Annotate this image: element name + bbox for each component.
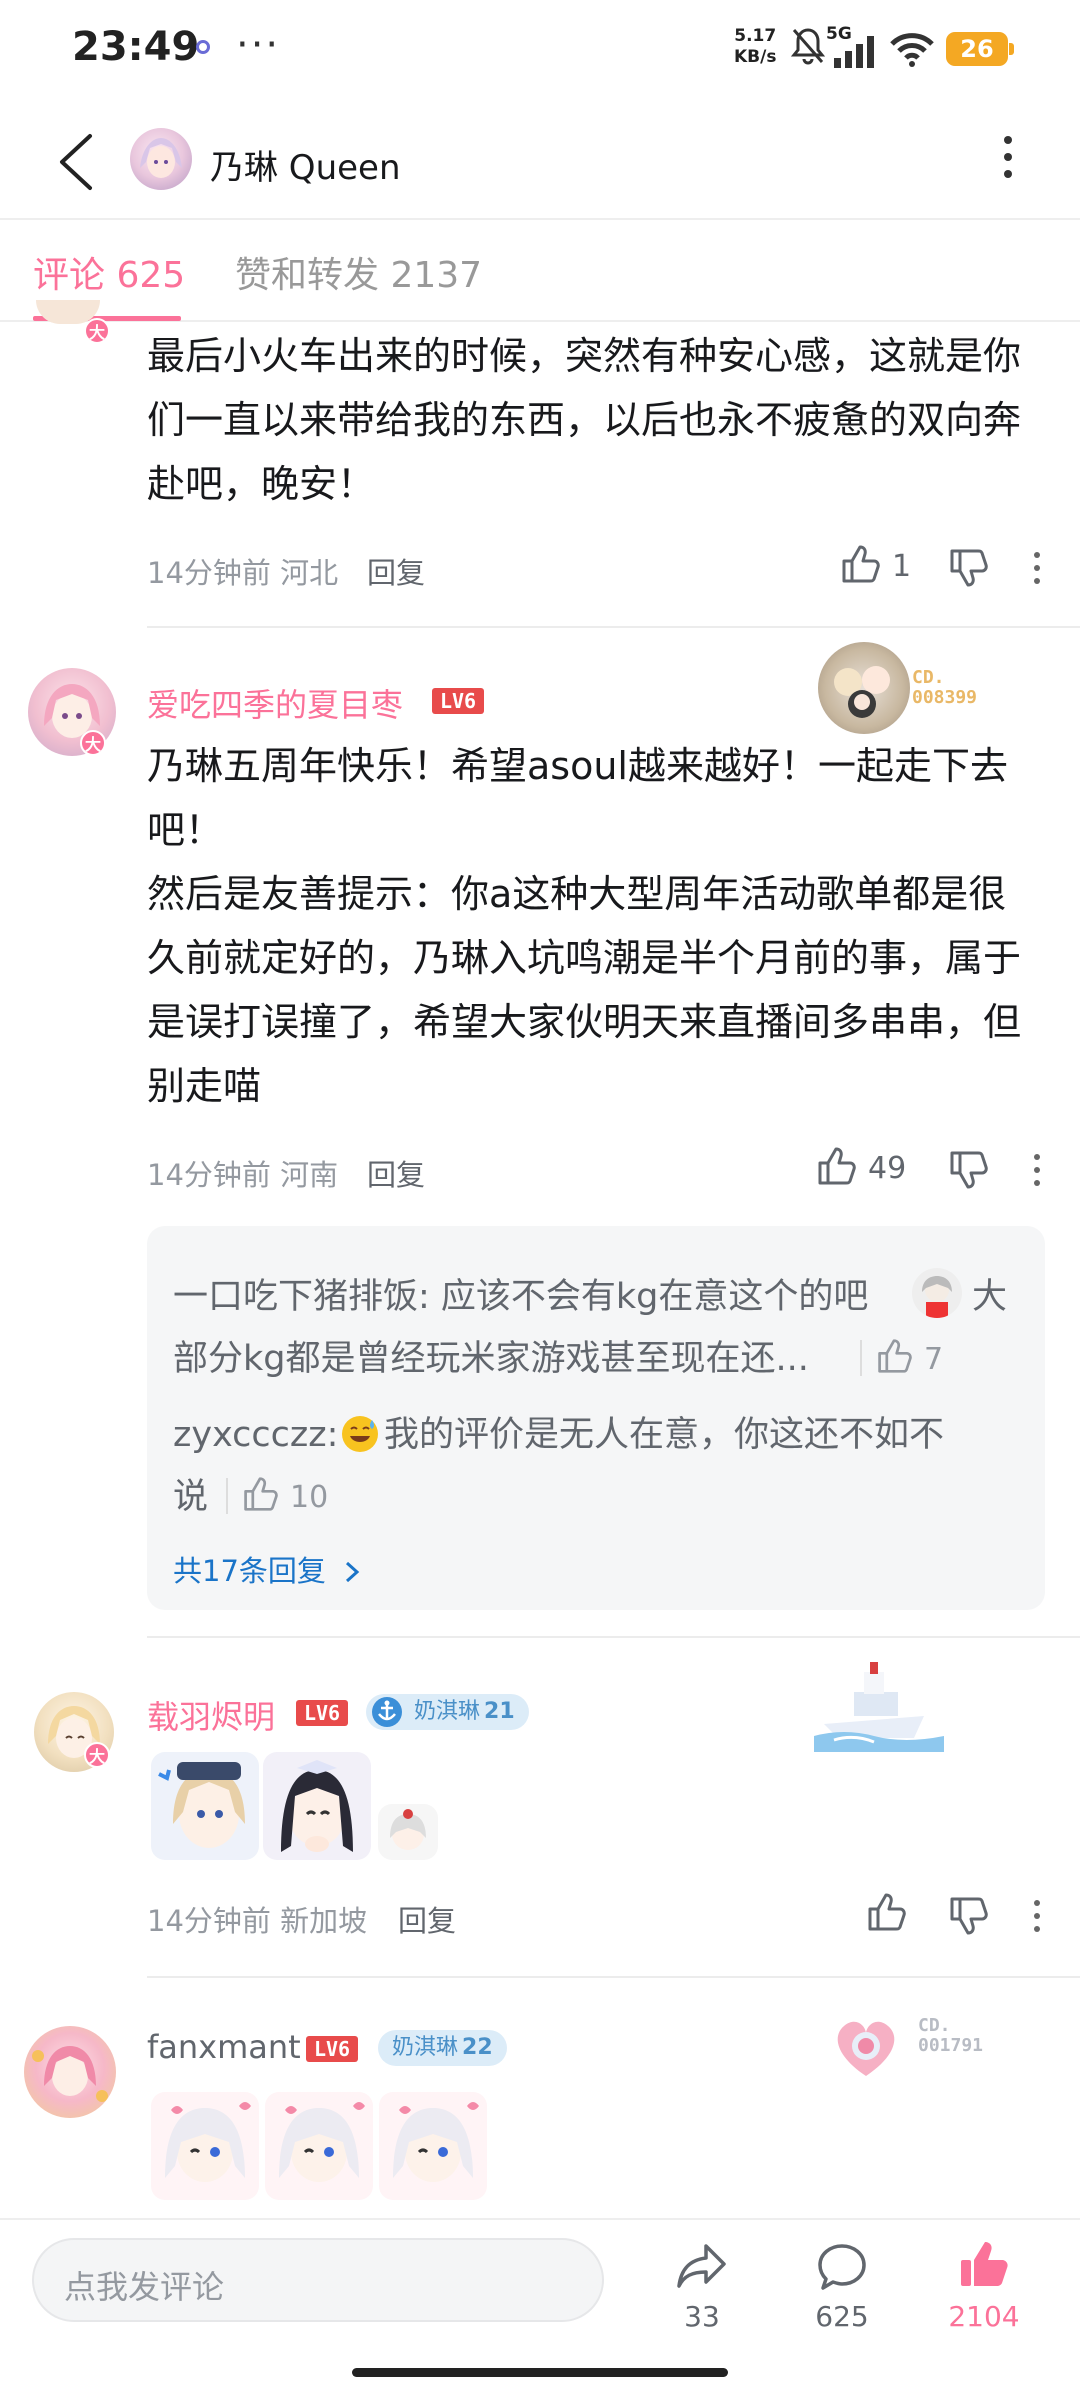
status-time: 23:49 [72, 24, 200, 70]
reply-item[interactable]: zyxccczz: [173, 1404, 338, 1466]
reply-text: 我的评价是无人在意，你这还不如不 [384, 1415, 945, 1455]
dislike-icon[interactable] [948, 548, 988, 588]
comment-meta: 14分钟前 河北 [147, 550, 338, 592]
comment-input[interactable]: 点我发评论 [32, 2238, 604, 2322]
fan-medal: 奶淇琳 21 [366, 1694, 529, 1730]
comment-text: 最后小火车出来的时候，突然有种安心感，这就是你 们一直以来带给我的东西，以后也永… [147, 334, 1022, 506]
like-icon[interactable] [816, 1146, 856, 1186]
level-badge: LV6 [432, 688, 484, 714]
dislike-icon[interactable] [948, 1896, 988, 1936]
badge-icon: 大 [80, 730, 106, 756]
share-icon[interactable] [676, 2242, 728, 2290]
share-count: 33 [684, 2300, 720, 2333]
sticker-image[interactable] [265, 2092, 373, 2200]
sweat-smile-emoji-icon [342, 1416, 378, 1452]
more-options-icon[interactable] [990, 136, 1026, 186]
status-bar: 23:49 ··· 5.17 KB/s 5G 26 [0, 0, 1080, 100]
comment-more-icon[interactable] [1024, 1900, 1050, 1940]
like-filled-icon[interactable] [958, 2238, 1010, 2290]
divider [147, 1976, 1080, 1978]
wifi-icon [890, 33, 934, 67]
reply-item[interactable]: 一口吃下猪排饭: 应该不会有kg在意这个的吧 [173, 1266, 868, 1328]
back-arrow-icon[interactable] [50, 130, 106, 194]
speed-value: 5.17 [734, 26, 777, 46]
fan-medal: 奶淇琳 22 [378, 2030, 507, 2066]
reply-text-tail: 大 [972, 1277, 1008, 1317]
badge-icon: 大 [84, 318, 110, 344]
emote-image [912, 1268, 962, 1318]
sticker-image[interactable] [378, 1804, 438, 1860]
reply-button[interactable]: 回复 [367, 1152, 425, 1194]
mute-bell-icon [790, 28, 826, 65]
sticker-image[interactable] [263, 1752, 371, 1860]
divider [147, 1636, 1080, 1638]
like-icon[interactable] [876, 1338, 912, 1374]
page-title: 乃琳 Queen [210, 148, 401, 188]
divider [147, 626, 1080, 628]
comment-location: 新加坡 [280, 1904, 368, 1938]
comment-more-icon[interactable] [1024, 1154, 1050, 1194]
comment-meta: 14分钟前 新加坡 [147, 1898, 367, 1940]
sticker-image[interactable] [151, 1752, 259, 1860]
divider [226, 1478, 228, 1514]
like-icon[interactable] [866, 1892, 906, 1932]
username[interactable]: 爱吃四季的夏目枣 [147, 680, 403, 726]
fan-card-number: CD. 008399 [912, 667, 978, 708]
level-badge: LV6 [296, 1700, 348, 1726]
comment-time: 14分钟前 [147, 1158, 271, 1192]
comment-time: 14分钟前 [147, 1904, 271, 1938]
more-notifications-icon: ··· [236, 22, 281, 68]
level-badge: LV6 [306, 2036, 358, 2062]
fan-card-image[interactable] [826, 2006, 906, 2086]
username[interactable]: 载羽烬明 [147, 1692, 275, 1738]
battery-icon: 26 [946, 32, 1008, 66]
comment-text: 乃琳五周年快乐！希望asoul越来越好！一起走下去 吧！ 然后是友善提示：你a这… [147, 744, 1022, 1108]
battery-tip [1009, 43, 1014, 55]
home-indicator[interactable] [352, 2368, 728, 2377]
vpn-icon [196, 40, 210, 54]
reply-text: 一口吃下猪排饭: 应该不会有kg在意这个的吧 [173, 1277, 869, 1317]
fan-card-number: CD. 001791 [918, 2015, 984, 2056]
like-count-main: 2104 [948, 2300, 1020, 2333]
speed-unit: KB/s [734, 47, 777, 67]
tab-likes-shares[interactable]: 赞和转发 2137 [235, 246, 482, 298]
chevron-right-icon [346, 1561, 360, 1583]
comment-location: 河北 [280, 556, 339, 590]
like-count: 49 [868, 1151, 907, 1186]
username[interactable]: fanxmant [147, 2028, 301, 2066]
comment-meta: 14分钟前 河南 [147, 1152, 338, 1194]
up-avatar[interactable] [130, 128, 192, 190]
anchor-icon [372, 1697, 402, 1727]
comment-time: 14分钟前 [147, 556, 271, 590]
like-count: 7 [924, 1342, 944, 1377]
signal-icon [834, 36, 874, 68]
input-placeholder: 点我发评论 [64, 2268, 225, 2306]
commenter-avatar[interactable] [24, 2026, 116, 2118]
network-speed: 5.17 KB/s [734, 26, 776, 68]
badge-icon: 大 [84, 1742, 110, 1768]
reply-button[interactable]: 回复 [367, 550, 425, 592]
like-icon[interactable] [840, 544, 880, 584]
dislike-icon[interactable] [948, 1150, 988, 1190]
like-icon[interactable] [242, 1476, 278, 1512]
comment-icon[interactable] [816, 2242, 868, 2292]
like-count: 1 [892, 549, 912, 584]
sticker-image[interactable] [379, 2092, 487, 2200]
reply-text: 说 [173, 1477, 209, 1517]
reply-button[interactable]: 回复 [398, 1898, 456, 1940]
comment-more-icon[interactable] [1024, 552, 1050, 592]
comment-location: 河南 [280, 1158, 339, 1192]
reply-text: 部分kg都是曾经玩米家游戏甚至现在还... [173, 1339, 809, 1379]
like-count: 10 [290, 1480, 329, 1515]
tab-comments[interactable]: 评论 625 [33, 246, 185, 298]
comment-count: 625 [815, 2300, 869, 2333]
view-all-replies-link[interactable]: 共17条回复 [173, 1548, 363, 1590]
fan-card-image[interactable] [818, 642, 910, 734]
ship-decoration-image [814, 1662, 944, 1752]
divider [860, 1340, 862, 1376]
sticker-image[interactable] [151, 2092, 259, 2200]
reply-author: zyxccczz: [173, 1415, 339, 1455]
